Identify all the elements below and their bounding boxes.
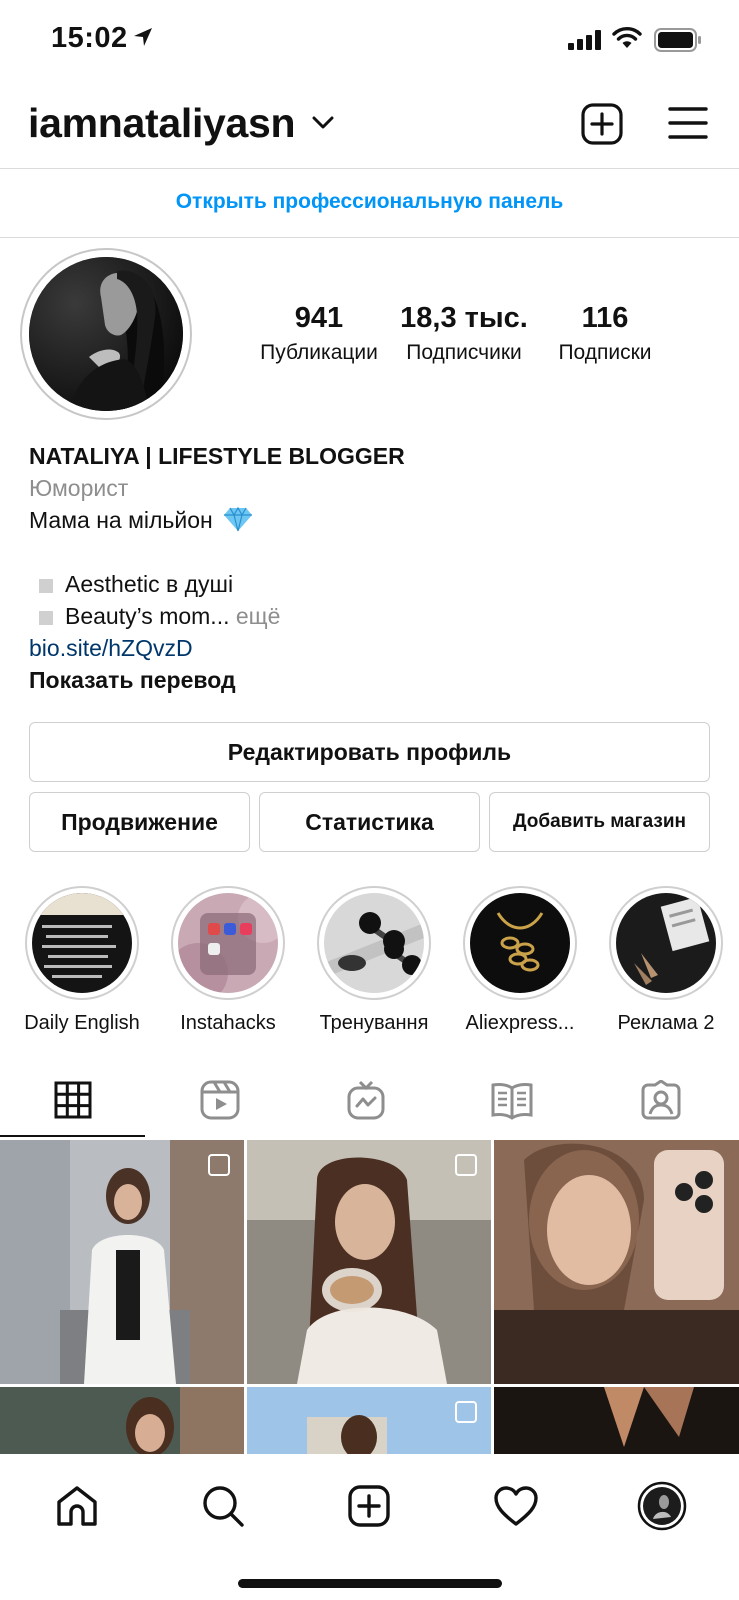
post-thumbnail[interactable]: [247, 1387, 491, 1455]
stat-following[interactable]: 116 Подписки: [540, 302, 670, 365]
cellular-signal-icon: [568, 30, 601, 50]
professional-dashboard-link[interactable]: Открыть профессиональную панель: [0, 168, 739, 236]
bio-spacer: [29, 536, 709, 568]
profile-category: Юморист: [29, 475, 129, 501]
bio-bullet-text: Beauty’s mom...: [65, 603, 230, 629]
multiple-photos-icon: [455, 1154, 477, 1176]
profile-name: NATALIYA | LIFESTYLE BLOGGER: [29, 443, 405, 469]
status-bar: 15:02: [0, 0, 739, 80]
home-indicator: [238, 1579, 502, 1588]
tab-grid[interactable]: [43, 1075, 103, 1125]
username-title[interactable]: iamnataliyasn: [28, 100, 296, 147]
stat-followers[interactable]: 18,3 тыс. Подписчики: [396, 302, 532, 365]
post-thumbnail[interactable]: [0, 1140, 244, 1384]
post-thumbnail[interactable]: [0, 1387, 244, 1455]
bio-more-link[interactable]: ещё: [236, 603, 281, 629]
tab-reels[interactable]: [190, 1075, 250, 1125]
highlight-cover: [616, 893, 716, 993]
menu-icon[interactable]: [668, 106, 708, 140]
post-thumbnail[interactable]: [494, 1140, 739, 1384]
chevron-down-icon[interactable]: [312, 116, 334, 130]
highlight-cover: [470, 893, 570, 993]
battery-icon: [654, 28, 701, 52]
stat-posts[interactable]: 941 Публикации: [254, 302, 384, 365]
guides-icon: [491, 1082, 533, 1120]
bio-bullet: Aesthetic в душі: [29, 568, 709, 600]
highlight-cover: [324, 893, 424, 993]
following-label: Подписки: [558, 341, 652, 364]
posts-count: 941: [294, 302, 344, 334]
highlight-cover: [32, 893, 132, 993]
post-thumbnail[interactable]: [494, 1387, 739, 1455]
followers-label: Подписчики: [406, 341, 522, 364]
bottom-navigation: [0, 1454, 739, 1600]
create-post-icon: [348, 1485, 390, 1527]
profile-avatar[interactable]: [20, 248, 192, 420]
multiple-photos-icon: [455, 1401, 477, 1423]
multiple-photos-icon: [208, 1154, 230, 1176]
nav-create[interactable]: [341, 1478, 397, 1534]
following-count: 116: [581, 302, 629, 334]
profile-avatar-icon: [637, 1481, 687, 1531]
highlight-label: Instahacks: [180, 1012, 276, 1034]
highlight-cover: [178, 893, 278, 993]
igtv-icon: [347, 1080, 385, 1120]
show-translation-link[interactable]: Показать перевод: [29, 664, 709, 696]
highlight-label: Тренування: [319, 1012, 429, 1034]
nav-search[interactable]: [195, 1478, 251, 1534]
gem-icon: [224, 506, 253, 532]
bio-website-link[interactable]: bio.site/hZQvzD: [29, 632, 709, 664]
highlight-label: Реклама 2: [617, 1012, 715, 1034]
edit-profile-button[interactable]: Редактировать профиль: [29, 722, 710, 782]
bullet-square-icon: [39, 610, 53, 625]
highlight-label: Daily English: [24, 1012, 140, 1034]
active-tab-indicator: [0, 1135, 145, 1137]
post-thumbnail[interactable]: [247, 1140, 491, 1384]
posts-grid: [0, 1140, 739, 1455]
create-post-icon[interactable]: [580, 102, 624, 146]
bio-bullet-text: Aesthetic в душі: [65, 571, 234, 597]
nav-home[interactable]: [49, 1478, 105, 1534]
grid-icon: [54, 1081, 92, 1119]
story-highlight[interactable]: Тренування: [314, 886, 434, 1035]
insights-button[interactable]: Статистика: [259, 792, 480, 852]
status-time: 15:02: [51, 22, 128, 54]
highlight-label: Aliexpress...: [465, 1012, 575, 1034]
bio-line: Мама на мільйон: [29, 504, 709, 536]
nav-profile[interactable]: [634, 1478, 690, 1534]
heart-icon: [494, 1486, 538, 1526]
tab-guides[interactable]: [482, 1075, 542, 1125]
story-highlight[interactable]: Instahacks: [168, 886, 288, 1035]
profile-header: iamnataliyasn: [0, 88, 739, 168]
panel-divider: [0, 237, 739, 238]
add-shop-button[interactable]: Добавить магазин: [489, 792, 710, 852]
wifi-icon: [612, 27, 642, 48]
bullet-square-icon: [39, 578, 53, 593]
story-highlight[interactable]: Реклама 2: [606, 886, 726, 1035]
bio-line-text: Мама на мільйон: [29, 507, 213, 533]
avatar-image: [29, 257, 183, 411]
reels-icon: [200, 1080, 240, 1120]
home-icon: [57, 1486, 97, 1526]
bio-bullet: Beauty’s mom... ещё: [29, 600, 709, 632]
promote-button[interactable]: Продвижение: [29, 792, 250, 852]
story-highlight[interactable]: Aliexpress...: [460, 886, 580, 1035]
posts-label: Публикации: [260, 341, 378, 364]
tagged-icon: [641, 1080, 681, 1120]
nav-activity[interactable]: [488, 1478, 544, 1534]
tab-tagged[interactable]: [631, 1075, 691, 1125]
profile-bio: NATALIYA | LIFESTYLE BLOGGER Юморист Мам…: [29, 440, 709, 696]
search-icon: [203, 1486, 244, 1527]
followers-count: 18,3 тыс.: [400, 302, 528, 334]
tab-igtv[interactable]: [336, 1075, 396, 1125]
location-arrow-icon: [134, 28, 152, 46]
story-highlight[interactable]: Daily English: [22, 886, 142, 1035]
